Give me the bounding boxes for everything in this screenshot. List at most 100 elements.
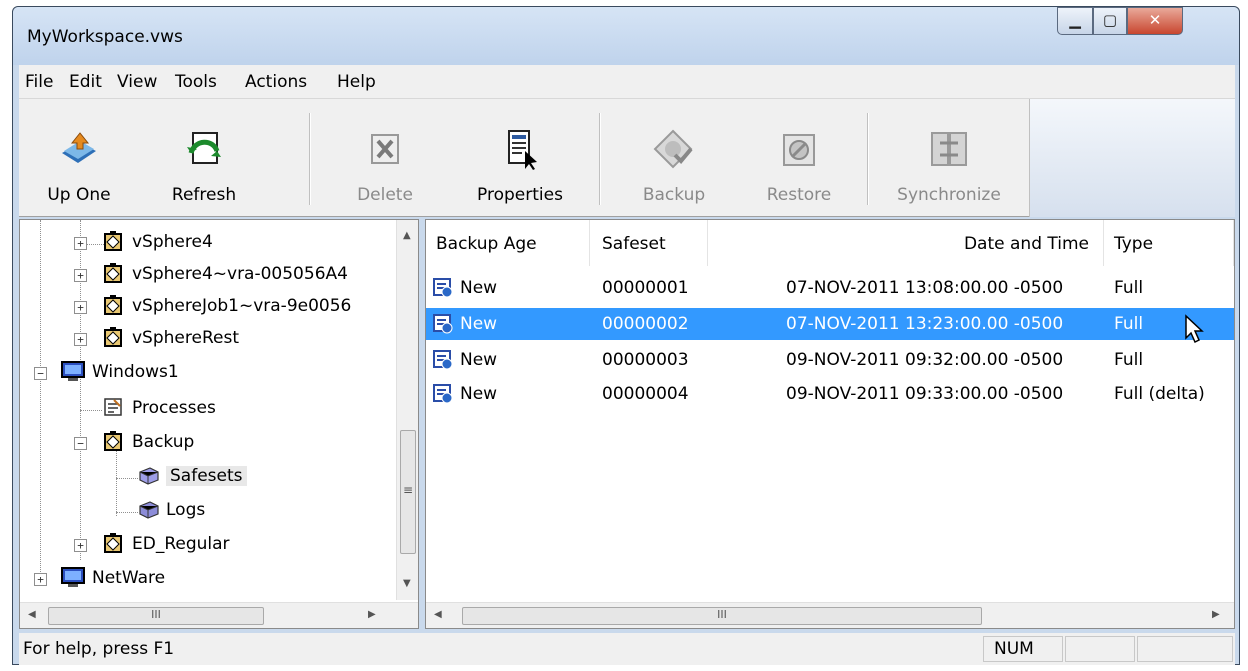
column-header-safeset[interactable]: Safeset [590, 220, 708, 266]
expand-icon[interactable]: + [34, 573, 47, 586]
expand-icon[interactable]: + [74, 237, 87, 250]
scroll-up-icon[interactable]: ▲ [403, 230, 411, 241]
tree-label: Windows1 [92, 362, 179, 382]
list-horizontal-scrollbar[interactable]: ◀ III ▶ [426, 602, 1234, 628]
column-label: Backup Age [436, 234, 537, 254]
minimize-icon: ▁ [1069, 11, 1081, 29]
tree-node-vsphere4[interactable]: + vSphere4 [20, 228, 380, 260]
tree-node-vspherejob1[interactable]: + vSphereJob1~vra-9e0056 [20, 292, 380, 324]
tree-horizontal-scrollbar[interactable]: ◀ III ▶ [20, 602, 418, 628]
synchronize-label: Synchronize [897, 185, 1001, 205]
backup-button[interactable]: Backup [619, 99, 729, 217]
properties-label: Properties [477, 185, 563, 205]
computer-icon [61, 567, 85, 587]
tree-pane[interactable]: + vSphere4 + vSphere4~vra-005056A4 + vSp… [19, 219, 419, 629]
cell-safeset: 00000003 [602, 350, 689, 370]
column-label: Date and Time [963, 234, 1089, 254]
tree-horizontal-thumb[interactable]: III [48, 607, 264, 625]
job-icon [104, 431, 122, 451]
table-row[interactable]: New 00000001 07-NOV-2011 13:08:00.00 -05… [426, 272, 1234, 304]
expand-icon[interactable]: + [74, 333, 87, 346]
tree-node-ed-regular[interactable]: + ED_Regular [20, 530, 380, 562]
restore-button[interactable]: Restore [749, 99, 849, 217]
tree-node-safesets[interactable]: Safesets [20, 462, 380, 494]
safesets-icon [139, 467, 159, 485]
logs-icon [139, 501, 159, 519]
restore-icon [783, 134, 815, 166]
job-icon [104, 231, 122, 251]
toolbar-separator [867, 113, 869, 205]
safesets-list[interactable]: Backup Age Safeset Date and Time Type Ne… [425, 219, 1235, 629]
column-header-date-time[interactable]: Date and Time [708, 220, 1104, 266]
maximize-button[interactable]: ▢ [1093, 7, 1127, 35]
tree-label: NetWare [92, 568, 166, 588]
collapse-icon[interactable]: − [74, 437, 87, 450]
tree-label: Logs [166, 500, 206, 520]
maximize-icon: ▢ [1102, 11, 1118, 29]
expand-icon[interactable]: + [74, 539, 87, 552]
properties-button[interactable]: Properties [455, 99, 585, 217]
table-row-selected[interactable]: New 00000002 07-NOV-2011 13:23:00.00 -05… [426, 308, 1234, 344]
column-header-type[interactable]: Type [1104, 220, 1234, 266]
safeset-icon [433, 384, 453, 404]
column-label: Safeset [602, 234, 666, 254]
table-row[interactable]: New 00000004 09-NOV-2011 09:33:00.00 -05… [426, 378, 1234, 410]
minimize-button[interactable]: ▁ [1057, 7, 1093, 35]
menu-view[interactable]: View [117, 72, 157, 92]
tree-node-processes[interactable]: Processes [20, 394, 380, 426]
tree-node-backup[interactable]: − Backup [20, 428, 380, 460]
job-icon [104, 327, 122, 347]
delete-button[interactable]: Delete [335, 99, 435, 217]
tree-label: Processes [132, 398, 216, 418]
menu-bar: File Edit View Tools Actions Help [19, 65, 1235, 99]
tree-label: Backup [132, 432, 195, 452]
cell-backup-age: New [460, 314, 498, 334]
column-header-backup-age[interactable]: Backup Age [426, 220, 590, 266]
tree-label: vSphereRest [132, 328, 239, 348]
scroll-grip-icon: III [717, 608, 727, 621]
scroll-left-icon[interactable]: ◀ [28, 609, 36, 620]
processes-icon [104, 398, 122, 416]
collapse-icon[interactable]: − [34, 367, 47, 380]
up-one-label: Up One [47, 185, 111, 205]
toolbar: Up One Refresh Delete Properties Backup … [19, 99, 1235, 217]
menu-tools[interactable]: Tools [175, 72, 217, 92]
scroll-right-icon[interactable]: ▶ [368, 609, 376, 620]
expand-icon[interactable]: + [74, 301, 87, 314]
list-horizontal-thumb[interactable]: III [462, 607, 982, 625]
tree-node-netware[interactable]: + NetWare [20, 564, 380, 596]
cell-date-time: 09-NOV-2011 09:33:00.00 -0500 [786, 384, 1064, 404]
synchronize-button[interactable]: Synchronize [881, 99, 1017, 217]
delete-label: Delete [357, 185, 413, 205]
mouse-cursor-icon [1185, 314, 1204, 344]
cell-type: Full [1114, 350, 1144, 370]
menu-help[interactable]: Help [337, 72, 376, 92]
refresh-icon [187, 132, 221, 164]
tree-node-windows1[interactable]: − Windows1 [20, 358, 380, 390]
tree-vertical-thumb[interactable]: ≡ [400, 430, 416, 554]
cell-safeset: 00000001 [602, 278, 689, 298]
title-bar[interactable]: MyWorkspace.vws ▁ ▢ ✕ [13, 7, 1239, 65]
cell-safeset: 00000002 [602, 314, 689, 334]
column-label: Type [1114, 234, 1154, 254]
table-row[interactable]: New 00000003 09-NOV-2011 09:32:00.00 -05… [426, 344, 1234, 376]
expand-icon[interactable]: + [74, 269, 87, 282]
menu-actions[interactable]: Actions [245, 72, 307, 92]
menu-file[interactable]: File [25, 72, 53, 92]
tree-label: vSphere4 [132, 232, 213, 252]
scroll-down-icon[interactable]: ▼ [403, 578, 411, 589]
close-button[interactable]: ✕ [1127, 7, 1183, 35]
status-num-text: NUM [994, 639, 1034, 659]
menu-edit[interactable]: Edit [69, 72, 102, 92]
tree-node-vsphere4-vra[interactable]: + vSphere4~vra-005056A4 [20, 260, 380, 292]
up-one-button[interactable]: Up One [27, 99, 131, 217]
tree-node-vsphererest[interactable]: + vSphereRest [20, 324, 380, 356]
tree-vertical-scrollbar[interactable]: ▲ ≡ ▼ [396, 220, 418, 600]
backup-label: Backup [642, 185, 706, 205]
tree-node-logs[interactable]: Logs [20, 496, 380, 528]
scroll-left-icon[interactable]: ◀ [434, 609, 442, 620]
computer-icon [61, 361, 85, 381]
tree-guide [80, 410, 102, 411]
scroll-right-icon[interactable]: ▶ [1212, 609, 1220, 620]
refresh-button[interactable]: Refresh [149, 99, 259, 217]
